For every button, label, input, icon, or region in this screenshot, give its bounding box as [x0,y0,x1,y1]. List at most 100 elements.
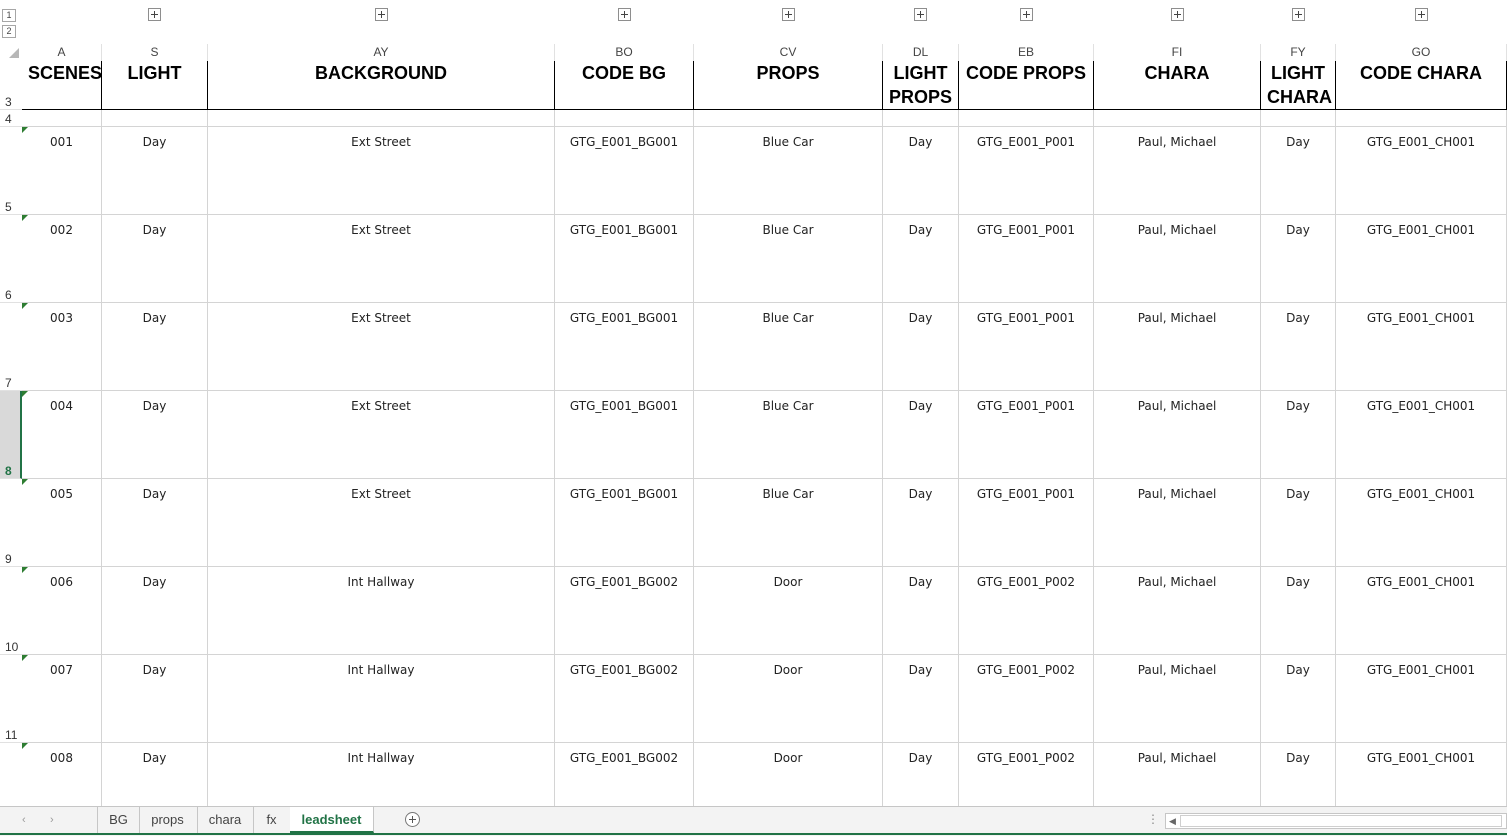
blank-cell[interactable] [22,110,102,127]
cell-code-chara[interactable]: GTG_E001_CH001 [1336,215,1507,303]
cell-code-bg[interactable]: GTG_E001_BG001 [555,215,694,303]
cell-light[interactable]: Day [102,479,208,567]
cell-light[interactable]: Day [102,303,208,391]
header-cell-chara[interactable]: CHARA [1094,61,1261,110]
blank-cell[interactable] [102,110,208,127]
header-cell-code-props[interactable]: CODE PROPS [959,61,1094,110]
column-letter-fy[interactable]: FY [1261,44,1336,61]
outline-level-2-button[interactable]: 2 [2,25,16,38]
expand-group-go-icon[interactable] [1414,8,1428,21]
cell-props[interactable]: Blue Car [694,215,883,303]
blank-cell[interactable] [694,110,883,127]
cell-scenes[interactable]: 001 [22,127,102,215]
cell-chara[interactable]: Paul, Michael [1094,303,1261,391]
column-letter-cv[interactable]: CV [694,44,883,61]
header-cell-code-bg[interactable]: CODE BG [555,61,694,110]
row-header[interactable]: 10 [0,567,22,655]
row-header[interactable]: 7 [0,303,22,391]
cell-props[interactable]: Blue Car [694,303,883,391]
row-header[interactable]: 4 [0,110,22,127]
expand-group-bo-icon[interactable] [617,8,631,21]
cell-code-chara[interactable]: GTG_E001_CH001 [1336,655,1507,743]
cell-light-props[interactable]: Day [883,567,959,655]
cell-scenes[interactable]: 005 [22,479,102,567]
expand-group-fy-icon[interactable] [1291,8,1305,21]
cell-code-chara[interactable]: GTG_E001_CH001 [1336,479,1507,567]
cell-light-props[interactable]: Day [883,127,959,215]
select-all-corner[interactable] [0,44,22,61]
cell-code-bg[interactable]: GTG_E001_BG002 [555,567,694,655]
cell-light-chara[interactable]: Day [1261,391,1336,479]
blank-cell[interactable] [555,110,694,127]
cell-light-props[interactable]: Day [883,479,959,567]
cell-light[interactable]: Day [102,567,208,655]
cell-background[interactable]: Ext Street [208,479,555,567]
scroll-left-icon[interactable]: ◀ [1169,816,1176,827]
cell-background[interactable]: Ext Street [208,303,555,391]
tab-split-handle-icon[interactable]: ⋮ [1147,812,1159,826]
cell-light-chara[interactable]: Day [1261,127,1336,215]
cell-props[interactable]: Door [694,567,883,655]
cell-light-props[interactable]: Day [883,391,959,479]
cell-chara[interactable]: Paul, Michael [1094,391,1261,479]
cell-code-chara[interactable]: GTG_E001_CH001 [1336,391,1507,479]
cell-code-chara[interactable]: GTG_E001_CH001 [1336,127,1507,215]
blank-cell[interactable] [208,110,555,127]
blank-cell[interactable] [959,110,1094,127]
expand-group-ay-icon[interactable] [374,8,388,21]
cell-code-props[interactable]: GTG_E001_P001 [959,479,1094,567]
header-cell-light[interactable]: LIGHT [102,61,208,110]
cell-light[interactable]: Day [102,391,208,479]
cell-scenes[interactable]: 006 [22,567,102,655]
cell-code-bg[interactable]: GTG_E001_BG002 [555,655,694,743]
cell-light-props[interactable]: Day [883,303,959,391]
cell-props[interactable]: Blue Car [694,479,883,567]
sheet-tab-fx[interactable]: fx [253,807,291,833]
row-header[interactable]: 8 [0,391,22,479]
column-letter-go[interactable]: GO [1336,44,1507,61]
cell-background[interactable]: Ext Street [208,215,555,303]
cell-scenes[interactable]: 002 [22,215,102,303]
cell-light-chara[interactable]: Day [1261,303,1336,391]
cell-code-props[interactable]: GTG_E001_P002 [959,655,1094,743]
cell-background[interactable]: Ext Street [208,127,555,215]
cell-chara[interactable]: Paul, Michael [1094,479,1261,567]
outline-level-1-button[interactable]: 1 [2,9,16,22]
cell-chara[interactable]: Paul, Michael [1094,567,1261,655]
cell-props[interactable]: Door [694,655,883,743]
header-cell-light-chara[interactable]: LIGHT CHARA [1261,61,1336,110]
cell-props[interactable]: Blue Car [694,391,883,479]
cell-code-props[interactable]: GTG_E001_P001 [959,303,1094,391]
cell-background[interactable]: Int Hallway [208,655,555,743]
cell-background[interactable]: Int Hallway [208,567,555,655]
row-header[interactable]: 11 [0,655,22,743]
horizontal-scrollbar[interactable]: ◀ [1165,813,1507,829]
cell-props[interactable]: Blue Car [694,127,883,215]
cell-scenes[interactable]: 003 [22,303,102,391]
blank-cell[interactable] [1261,110,1336,127]
cell-code-props[interactable]: GTG_E001_P001 [959,127,1094,215]
blank-cell[interactable] [1094,110,1261,127]
cell-light[interactable]: Day [102,215,208,303]
header-cell-light-props[interactable]: LIGHT PROPS [883,61,959,110]
cell-chara[interactable]: Paul, Michael [1094,215,1261,303]
expand-group-fi-icon[interactable] [1170,8,1184,21]
cell-code-chara[interactable]: GTG_E001_CH001 [1336,567,1507,655]
expand-group-cv-icon[interactable] [781,8,795,21]
sheet-tab-bg[interactable]: BG [97,807,140,833]
column-letter-dl[interactable]: DL [883,44,959,61]
cell-light-props[interactable]: Day [883,215,959,303]
row-header[interactable]: 3 [0,61,22,110]
header-cell-background[interactable]: BACKGROUND [208,61,555,110]
cell-light[interactable]: Day [102,655,208,743]
cell-light-chara[interactable]: Day [1261,567,1336,655]
column-letter-fi[interactable]: FI [1094,44,1261,61]
next-sheet-icon[interactable]: › [50,814,54,826]
cell-code-bg[interactable]: GTG_E001_BG001 [555,391,694,479]
cell-background[interactable]: Ext Street [208,391,555,479]
expand-group-s-icon[interactable] [148,8,161,21]
sheet-tab-chara[interactable]: chara [197,807,254,833]
column-letter-eb[interactable]: EB [959,44,1094,61]
cell-code-bg[interactable]: GTG_E001_BG001 [555,127,694,215]
column-letter-s[interactable]: S [102,44,208,61]
